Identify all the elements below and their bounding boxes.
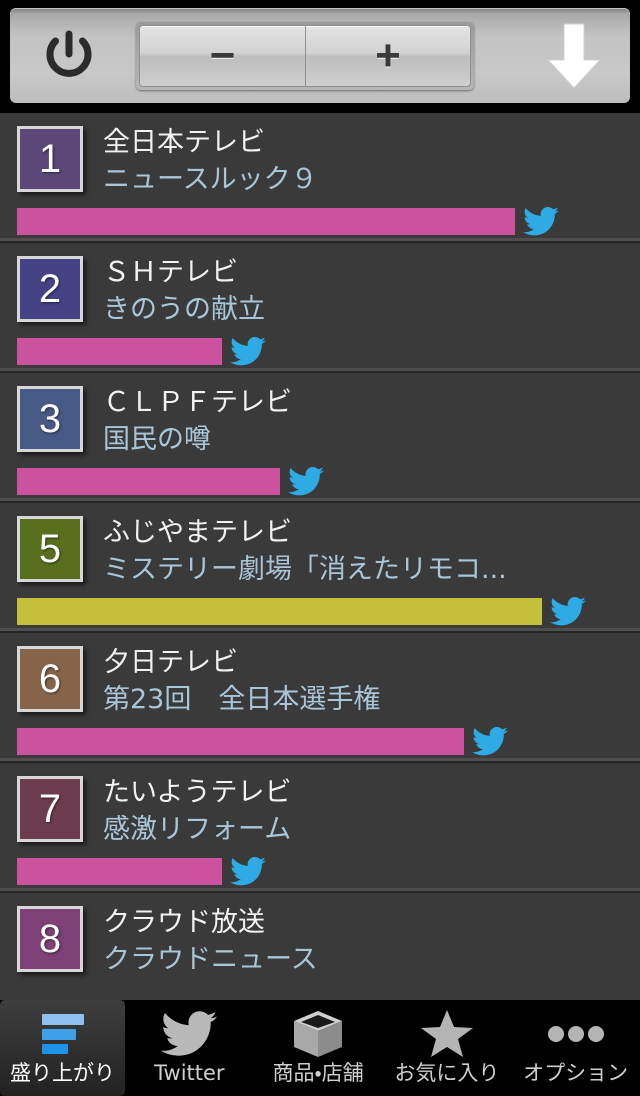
list-item-header: 7 たいようテレビ 感激リフォーム xyxy=(0,776,640,847)
buzz-bar xyxy=(17,207,515,235)
down-arrow-button[interactable] xyxy=(544,22,604,90)
buzz-meter-row xyxy=(0,726,640,756)
channel-number-badge: 7 xyxy=(17,776,83,842)
tab-label: お気に入り xyxy=(394,1061,500,1085)
channel-number-badge: 3 xyxy=(17,386,83,452)
list-item-header: 2 ＳＨテレビきのうの献立 xyxy=(0,256,640,327)
tab-label: オプション xyxy=(523,1061,629,1085)
bottom-tab-bar: 盛り上がり Twitter 商品・店舗 お気に入り オプション xyxy=(0,1000,640,1096)
channel-number-badge: 2 xyxy=(17,256,83,322)
power-button[interactable] xyxy=(32,19,106,93)
list-item[interactable]: 2 ＳＨテレビきのうの献立 xyxy=(0,243,640,373)
tab-label: 盛り上がり xyxy=(10,1061,115,1085)
minus-button[interactable]: − xyxy=(139,24,305,87)
tab-label: Twitter xyxy=(154,1061,225,1085)
bar-chart-icon xyxy=(34,1009,92,1059)
channel-number-badge: 6 xyxy=(17,646,83,712)
program-title: ニュースルック９ xyxy=(103,164,318,195)
tab-label: 商品・店舗 xyxy=(272,1061,364,1085)
tab-5[interactable]: オプション xyxy=(511,1000,640,1096)
list-item-texts: ＣＬＰＦテレビ 国民の噂 xyxy=(103,386,640,457)
list-item-header: 6 夕日テレビ第23回 全日本選手権 xyxy=(0,646,640,717)
buzz-meter-row xyxy=(0,856,640,886)
list-item-texts: たいようテレビ 感激リフォーム xyxy=(103,776,640,847)
channel-name: ＣＬＰＦテレビ xyxy=(103,387,292,418)
channel-number-badge: 1 xyxy=(17,126,83,192)
list-item[interactable]: 8 クラウド放送クラウドニュース xyxy=(0,893,640,1000)
buzz-bar xyxy=(17,857,222,885)
buzz-meter-row xyxy=(0,596,640,626)
list-item-texts: ふじやまテレビミステリー劇場「消えたリモコ... xyxy=(103,516,640,587)
ellipsis-icon xyxy=(546,1009,606,1059)
channel-name: たいようテレビ xyxy=(103,777,292,808)
minus-button-label: − xyxy=(209,30,236,80)
program-title: きのうの献立 xyxy=(103,294,265,325)
list-item-header: 8 クラウド放送クラウドニュース xyxy=(0,906,640,977)
tab-3[interactable]: 商品・店舗 xyxy=(254,1000,383,1096)
twitter-bird-icon[interactable] xyxy=(472,726,510,756)
twitter-bird-icon xyxy=(161,1009,218,1059)
program-title: 国民の噂 xyxy=(103,424,211,455)
twitter-bird-icon[interactable] xyxy=(230,856,268,886)
app-root: − + 1 全日本テレビニュースルック９ 2 ＳＨテレビきのうの献立 3 ＣＬＰＦテレビ国… xyxy=(0,0,640,1096)
list-item-header: 5 ふじやまテレビミステリー劇場「消えたリモコ... xyxy=(0,516,640,587)
plus-button[interactable]: + xyxy=(305,24,471,87)
plus-button-label: + xyxy=(375,30,401,80)
ranking-list[interactable]: 1 全日本テレビニュースルック９ 2 ＳＨテレビきのうの献立 3 ＣＬＰＦテレビ 国民の噂 5… xyxy=(0,113,640,1000)
list-item[interactable]: 6 夕日テレビ第23回 全日本選手権 xyxy=(0,633,640,763)
channel-name: ふじやまテレビ xyxy=(103,517,292,548)
star-icon xyxy=(419,1009,475,1059)
buzz-meter-row xyxy=(0,206,640,236)
twitter-bird-icon[interactable] xyxy=(550,596,588,626)
remote-control-bar: − + xyxy=(0,0,640,113)
twitter-bird-icon[interactable] xyxy=(288,466,326,496)
program-title: 感激リフォーム xyxy=(103,814,292,845)
channel-number-badge: 8 xyxy=(17,906,83,972)
tab-4[interactable]: お気に入り xyxy=(383,1000,512,1096)
list-item[interactable]: 1 全日本テレビニュースルック９ xyxy=(0,113,640,243)
volume-channel-stepper: − + xyxy=(136,21,474,90)
channel-name: ＳＨテレビ xyxy=(103,257,238,288)
program-title: 第23回 全日本選手権 xyxy=(103,684,381,715)
buzz-bar xyxy=(17,337,222,365)
buzz-bar xyxy=(17,597,542,625)
remote-panel: − + xyxy=(10,8,630,103)
channel-name: クラウド放送 xyxy=(103,907,265,938)
list-item-header: 3 ＣＬＰＦテレビ 国民の噂 xyxy=(0,386,640,457)
channel-name: 夕日テレビ xyxy=(103,647,238,678)
buzz-meter-row xyxy=(0,466,640,496)
twitter-bird-icon[interactable] xyxy=(230,336,268,366)
channel-number-badge: 5 xyxy=(17,516,83,582)
list-item[interactable]: 3 ＣＬＰＦテレビ 国民の噂 xyxy=(0,373,640,503)
list-item-texts: クラウド放送クラウドニュース xyxy=(103,906,640,977)
list-item-texts: 夕日テレビ第23回 全日本選手権 xyxy=(103,646,640,717)
list-item[interactable]: 7 たいようテレビ 感激リフォーム xyxy=(0,763,640,893)
buzz-bar xyxy=(17,727,464,755)
program-title: クラウドニュース xyxy=(103,944,318,975)
list-item-texts: ＳＨテレビきのうの献立 xyxy=(103,256,640,327)
list-item-texts: 全日本テレビニュースルック９ xyxy=(103,126,640,197)
list-item-header: 1 全日本テレビニュースルック９ xyxy=(0,126,640,197)
buzz-meter-row xyxy=(0,336,640,366)
program-title: ミステリー劇場「消えたリモコ... xyxy=(103,554,507,585)
channel-name: 全日本テレビ xyxy=(103,127,265,158)
buzz-bar xyxy=(17,467,280,495)
tab-2[interactable]: Twitter xyxy=(125,1000,254,1096)
tab-1[interactable]: 盛り上がり xyxy=(0,1000,125,1096)
list-item[interactable]: 5 ふじやまテレビミステリー劇場「消えたリモコ... xyxy=(0,503,640,633)
box-icon xyxy=(292,1009,344,1059)
twitter-bird-icon[interactable] xyxy=(523,206,561,236)
